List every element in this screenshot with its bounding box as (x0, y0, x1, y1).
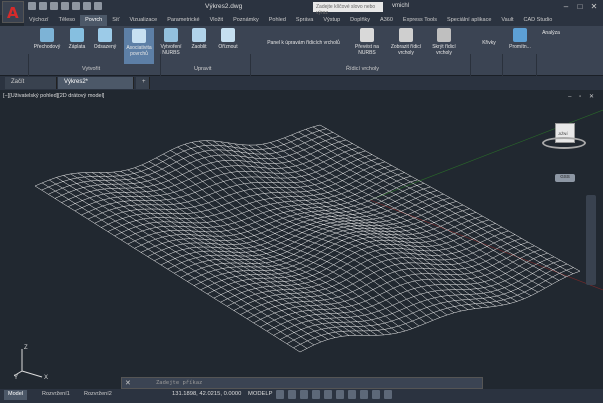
fillet-button[interactable]: Zaoblit (188, 28, 210, 50)
tab-start[interactable]: Začít (5, 77, 57, 89)
svg-text:Y: Y (14, 375, 18, 379)
fillet-icon (192, 28, 206, 42)
tab-doplňky[interactable]: Doplňky (345, 15, 375, 26)
svg-text:X: X (44, 375, 48, 379)
coordinates-readout[interactable]: 131.1898, 42.0215, 0.0000 (172, 391, 241, 397)
ucs-icon: Z X Y (14, 345, 48, 379)
tab-povrch[interactable]: Povrch (80, 15, 108, 26)
show-cv-icon (399, 28, 413, 42)
tab-poznámky[interactable]: Poznámky (228, 15, 264, 26)
show-cv-button[interactable]: Zobrazit řídicí vrcholy (388, 28, 424, 56)
hide-cv-icon (437, 28, 451, 42)
polar-icon[interactable] (312, 390, 320, 399)
tab-vault[interactable]: Vault (496, 15, 518, 26)
wireframe-surface (34, 109, 603, 353)
lineweight-icon[interactable] (348, 390, 356, 399)
ribbon-tab-bar: Výchozí Těleso Povrch Síť Vizualizace Paramet… (24, 15, 603, 26)
tab-express-tools[interactable]: Express Tools (398, 15, 442, 26)
cv-edit-panel-button[interactable]: Panel k úpravám řídicích vrcholů (256, 40, 351, 46)
drawing-viewport[interactable]: [−][Uživatelský pohled][2D drátový model… (0, 90, 603, 377)
associativity-button[interactable]: Asociativita povrchů (124, 28, 154, 64)
viewcube[interactable]: JIŽNÍ (542, 123, 586, 149)
panel-label-edit: Upravit (194, 66, 212, 72)
open-icon[interactable] (39, 2, 47, 10)
trim-icon (221, 28, 235, 42)
model-space-toggle[interactable]: MODELP (248, 391, 272, 397)
tab-správa[interactable]: Správa (291, 15, 318, 26)
ortho-icon[interactable] (300, 390, 308, 399)
search-input[interactable]: Zadejte klíčové slovo nebo výraz (313, 2, 383, 16)
tab-a360[interactable]: A360 (375, 15, 398, 26)
offset-icon (98, 28, 112, 42)
selection-cycling-icon[interactable] (372, 390, 380, 399)
nurbs-creation-button[interactable]: Vytvoření NURBS (157, 28, 185, 56)
tab-cad-studio[interactable]: CAD Studio (519, 15, 558, 26)
undo-icon[interactable] (83, 2, 91, 10)
patch-icon (70, 28, 84, 42)
new-tab-button[interactable]: + (136, 77, 150, 89)
loft-icon (40, 28, 54, 42)
grid-icon[interactable] (276, 390, 284, 399)
user-account[interactable]: vmichl (392, 3, 409, 9)
projection-icon (513, 28, 527, 42)
patch-button[interactable]: Záplata (66, 28, 88, 50)
navigation-bar[interactable] (586, 195, 596, 285)
application-menu-button[interactable]: A (2, 1, 24, 23)
document-title: Výkres2.dwg (205, 3, 243, 10)
panel-label-create: Vytvořit (82, 66, 101, 72)
close-command-line-icon[interactable]: ✕ (125, 379, 131, 387)
annotation-icon[interactable] (384, 390, 392, 399)
close-button[interactable]: ✕ (587, 1, 601, 13)
minimize-button[interactable]: ‒ (559, 1, 573, 13)
ribbon: Přechodový Záplata Odsazený Asociativita… (0, 26, 603, 98)
tab-parametrické[interactable]: Parametrické (162, 15, 204, 26)
otrack-icon[interactable] (336, 390, 344, 399)
analysis-button[interactable]: Analýza (538, 30, 564, 36)
tab-vizualizace[interactable]: Vizualizace (124, 15, 162, 26)
tab-těleso[interactable]: Těleso (54, 15, 81, 26)
tab-síť[interactable]: Síť (107, 15, 124, 26)
nurbs-icon (164, 28, 178, 42)
ucs-menu-badge[interactable]: GSS (555, 174, 575, 182)
hide-cv-button[interactable]: Skrýt řídicí vrcholy (426, 28, 462, 56)
tab-speciální-aplikace[interactable]: Speciální aplikace (442, 15, 496, 26)
convert-nurbs-icon (360, 28, 374, 42)
associativity-icon (132, 29, 146, 43)
save-icon[interactable] (50, 2, 58, 10)
document-tab-bar: Začít Výkres2* + (0, 76, 603, 90)
status-toggles (276, 390, 392, 399)
osnap-icon[interactable] (324, 390, 332, 399)
tab-výstup[interactable]: Výstup (318, 15, 345, 26)
panel-label-cv: Řídicí vrcholy (346, 66, 380, 72)
viewcube-compass[interactable] (542, 137, 586, 149)
print-icon[interactable] (72, 2, 80, 10)
projection-button[interactable]: Promítn... (505, 28, 535, 50)
save-as-icon[interactable] (61, 2, 69, 10)
loft-button[interactable]: Přechodový (32, 28, 62, 50)
quick-access-toolbar (28, 2, 102, 10)
command-input[interactable]: Zadejte příkaz (156, 380, 202, 386)
new-icon[interactable] (28, 2, 36, 10)
tab-drawing2[interactable]: Výkres2* (58, 77, 134, 89)
redo-icon[interactable] (94, 2, 102, 10)
app-logo: A (7, 4, 19, 22)
curves-button[interactable]: Křivky (479, 40, 499, 46)
tab-výchozí[interactable]: Výchozí (24, 15, 54, 26)
tab-pohled[interactable]: Pohled (264, 15, 291, 26)
trim-button[interactable]: Oříznout (214, 28, 242, 50)
snap-icon[interactable] (288, 390, 296, 399)
convert-to-nurbs-button[interactable]: Převést na NURBS (352, 28, 382, 56)
tab-vložit[interactable]: Vložit (205, 15, 228, 26)
tab-layout2[interactable]: Rozvržení2 (80, 390, 116, 400)
transparency-icon[interactable] (360, 390, 368, 399)
svg-text:Z: Z (24, 345, 28, 351)
tab-layout1[interactable]: Rozvržení1 (38, 390, 74, 400)
title-bar: A Výkres2.dwg Zadejte klíčové slovo nebo… (0, 0, 603, 23)
maximize-button[interactable]: □ (573, 1, 587, 13)
command-line[interactable]: ✕ Zadejte příkaz (121, 377, 483, 389)
offset-button[interactable]: Odsazený (90, 28, 120, 50)
tab-model[interactable]: Model (4, 390, 27, 400)
